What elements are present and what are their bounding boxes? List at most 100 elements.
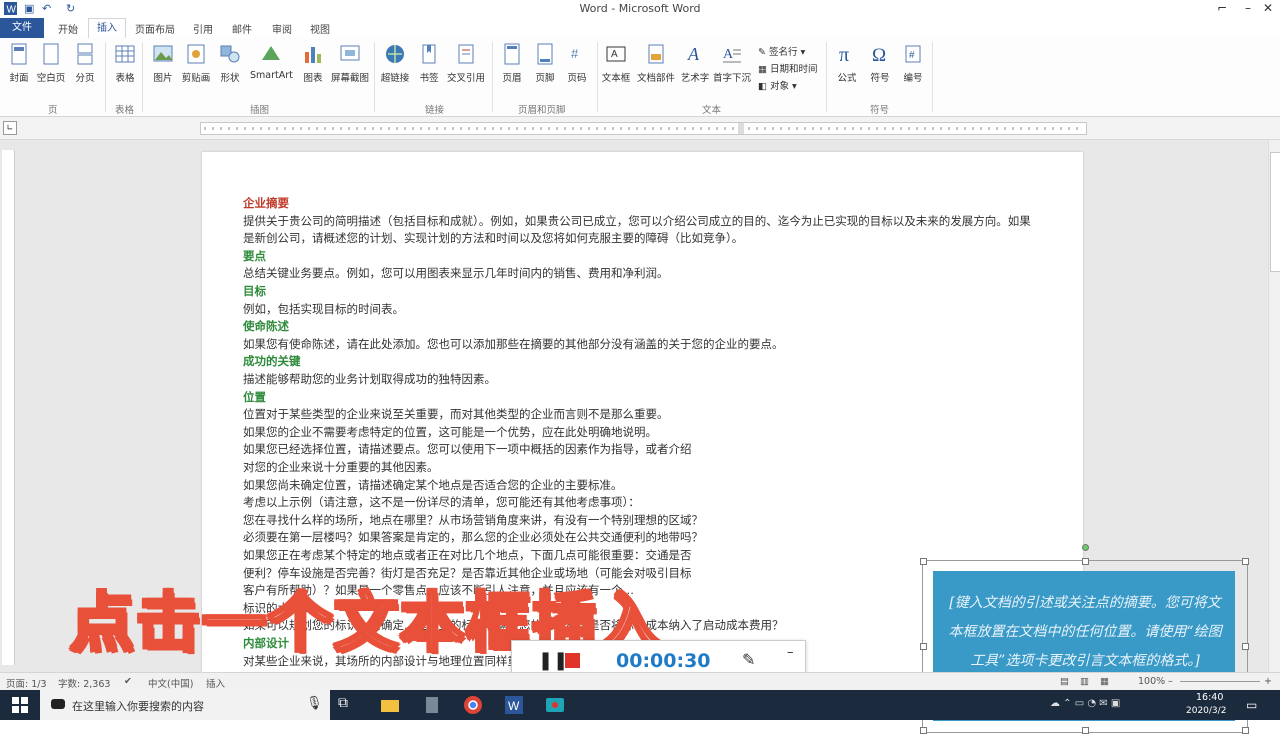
drop-cap-button[interactable]: A 首字下沉 [712,42,752,84]
paragraph-line[interactable]: 是新创公司，请概述您的计划、实现计划的方法和时间以及您将如何克服主要的障碍（比如… [243,230,743,246]
tab-view[interactable]: 视图 [310,21,330,36]
close-icon[interactable]: ✕ [1256,1,1280,15]
language[interactable]: 中文(中国) [148,676,193,690]
tab-page-layout[interactable]: 页面布局 [135,21,175,36]
pause-icon[interactable]: ❚❚ [538,650,568,671]
file-explorer-icon[interactable] [380,695,400,715]
task-view-icon[interactable]: ⧉ [338,695,358,715]
equation-button[interactable]: π 公式 [832,42,862,84]
section-heading[interactable]: 要点 [243,248,266,264]
chrome-icon[interactable] [463,695,483,715]
bookmark-button[interactable]: 书签 [414,42,444,84]
smartart-button[interactable]: SmartArt [250,42,293,81]
cover-button[interactable]: 封面 [4,42,34,84]
system-tray-icons[interactable]: ☁ ⌃ ▭ ◔ ✉ ▣ [1050,698,1120,709]
screenshot-button[interactable]: 屏幕截图 [330,42,370,84]
paragraph-line[interactable]: 对您的企业来说十分重要的其他因素。 [243,459,439,475]
minimize-recorder-icon[interactable]: – [787,645,794,660]
resize-handle[interactable] [920,558,927,565]
restore-icon[interactable]: ⌐ [1210,1,1234,15]
section-heading[interactable]: 成功的关键 [243,353,301,369]
paragraph-line[interactable]: 如果您尚未确定位置，请描述确定某个地点是否适合您的企业的主要标准。 [243,477,623,493]
word-count[interactable]: 字数: 2,363 [58,676,110,690]
resize-handle[interactable] [1082,558,1089,565]
taskbar-search-box[interactable]: 在这里输入你要搜索的内容 🎙 [40,690,330,720]
zoom-level[interactable]: 100% [1138,676,1165,687]
paragraph-line[interactable]: 位置对于某些类型的企业来说至关重要，而对其他类型的企业而言则不是那么重要。 [243,406,669,422]
word-taskbar-icon[interactable]: W [504,695,524,715]
resize-handle[interactable] [1242,727,1249,734]
clipart-button[interactable]: 剪贴画 [181,42,211,84]
tab-insert[interactable]: 插入 [88,18,126,39]
horizontal-ruler[interactable] [200,122,1087,135]
tab-mailings[interactable]: 邮件 [232,21,252,36]
tab-review[interactable]: 审阅 [272,21,292,36]
wordart-button[interactable]: A 艺术字 [680,42,710,84]
resize-handle[interactable] [920,643,927,650]
footer-button[interactable]: 页脚 [530,42,560,84]
page-count[interactable]: 页面: 1/3 [6,676,47,690]
paragraph-line[interactable]: 描述能够帮助您的业务计划取得成功的独特因素。 [243,371,496,387]
paragraph-line[interactable]: 考虑以上示例（请注意，这不是一份详尽的清单，您可能还有其他考虑事项）： [243,494,640,510]
paragraph-line[interactable]: 例如，包括实现目标的时间表。 [243,301,404,317]
zoom-out-icon[interactable]: – [1168,676,1173,687]
quick-parts-button[interactable]: 文档部件 [634,42,678,84]
vertical-scrollbar[interactable] [1268,140,1280,672]
pen-icon[interactable]: ✎ [742,650,755,669]
chart-button[interactable]: 图表 [298,42,328,84]
section-heading[interactable]: 企业摘要 [243,195,289,211]
hyperlink-button[interactable]: 超链接 [378,42,412,84]
resize-handle[interactable] [1082,727,1089,734]
paragraph-line[interactable]: 如果您正在考虑某个特定的地点或者正在对比几个地点，下面几点可能很重要：交通是否 [243,547,692,563]
resize-handle[interactable] [920,727,927,734]
table-button[interactable]: 表格 [110,42,140,84]
resize-handle[interactable] [1242,643,1249,650]
calculator-icon[interactable] [422,695,442,715]
picture-button[interactable]: 图片 [148,42,178,84]
scroll-thumb[interactable] [1270,152,1280,272]
tab-references[interactable]: 引用 [193,21,213,36]
header-button[interactable]: 页眉 [497,42,527,84]
vertical-ruler[interactable] [2,150,15,665]
print-layout-icon[interactable]: ▤ [1060,676,1069,687]
paragraph-line[interactable]: 如果您已经选择位置，请描述要点。您可以使用下一项中概括的因素作为指导，或者介绍 [243,441,692,457]
signature-line-button[interactable]: ✎ 签名行 ▾ [758,44,805,58]
recorder-app-icon[interactable] [545,695,565,715]
clock-date: 2020/3/2 [1186,706,1227,716]
paragraph-line[interactable]: 如果您的企业不需要考虑特定的位置，这可能是一个优势，应在此处明确地说明。 [243,424,657,440]
resize-handle[interactable] [1242,558,1249,565]
object-button[interactable]: ◧ 对象 ▾ [758,78,797,92]
text-box-button[interactable]: A 文本框 [601,42,631,84]
cross-reference-button[interactable]: 交叉引用 [444,42,488,84]
paragraph-line[interactable]: 提供关于贵公司的简明描述（包括目标和成就）。例如，如果贵公司已成立，您可以介绍公… [243,213,1031,229]
web-layout-icon[interactable]: ▦ [1100,676,1109,687]
text-box-content[interactable]: [键入文档的引述或关注点的摘要。您可将文本框放置在文档中的任何位置。请使用“绘图… [947,589,1223,676]
shapes-button[interactable]: 形状 [215,42,245,84]
page-number-button[interactable]: # 页码 [562,42,592,84]
tab-selector[interactable]: ∟ [3,121,17,135]
numbering-button[interactable]: # 编号 [898,42,928,84]
tab-file[interactable]: 文件 [0,18,44,38]
blank-page-button[interactable]: 空白页 [36,42,66,84]
paragraph-line[interactable]: 必须要在第一层楼吗？如果答案是肯定的，那么您的企业必须处在公共交通便利的地带吗？ [243,529,703,545]
section-heading[interactable]: 位置 [243,389,266,405]
stop-icon[interactable] [565,653,580,668]
page-break-button[interactable]: 分页 [70,42,100,84]
notification-icon[interactable]: ▭ [1246,698,1257,712]
paragraph-line[interactable]: 如果您有使命陈述，请在此处添加。您也可以添加那些在摘要的其他部分没有涵盖的关于您… [243,336,784,352]
section-heading[interactable]: 目标 [243,283,266,299]
section-heading[interactable]: 使命陈述 [243,318,289,334]
windows-start-icon[interactable] [12,697,28,716]
paragraph-line[interactable]: 总结关键业务要点。例如，您可以用图表来显示几年时间内的销售、费用和净利润。 [243,265,669,281]
reading-view-icon[interactable]: ▥ [1080,676,1089,687]
paragraph-line[interactable]: 您在寻找什么样的场所，地点在哪里？从市场营销角度来讲，有没有一个特别理想的区域？ [243,512,703,528]
zoom-slider[interactable] [1180,681,1260,682]
rotate-handle[interactable] [1082,544,1089,551]
microphone-icon[interactable]: 🎙 [306,696,323,711]
date-time-button[interactable]: ▦ 日期和时间 [758,61,818,75]
symbol-button[interactable]: Ω 符号 [865,42,895,84]
insert-mode[interactable]: 插入 [206,676,225,690]
proofing-icon[interactable]: ✔ [124,676,132,687]
zoom-in-icon[interactable]: + [1264,676,1272,687]
tab-home[interactable]: 开始 [58,21,78,36]
